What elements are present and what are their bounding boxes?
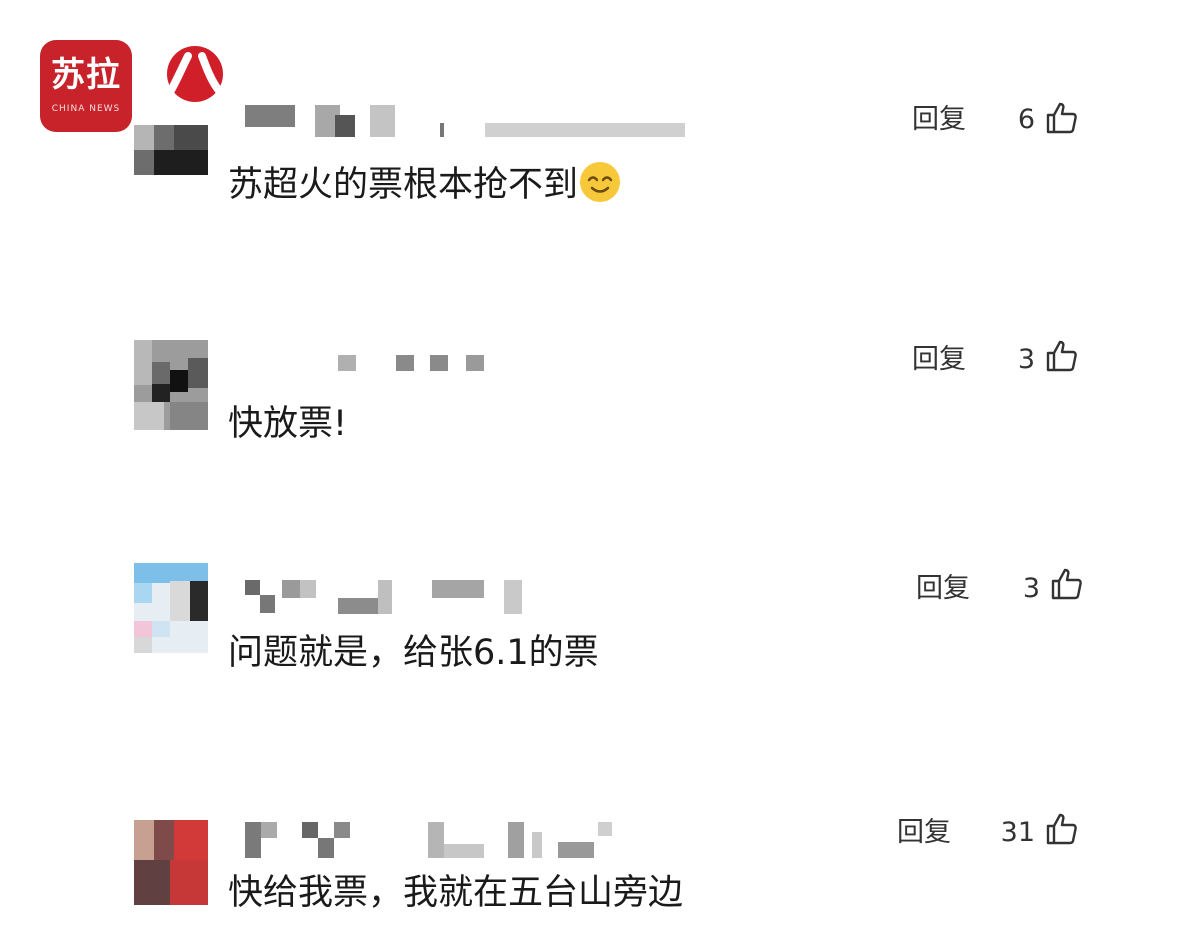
avatar[interactable] xyxy=(134,820,208,905)
avatar[interactable] xyxy=(134,125,208,175)
thumbs-up-icon[interactable] xyxy=(1045,812,1079,846)
comment-item: 苏超火的票根本抢不到 回复 6 xyxy=(0,95,1200,205)
reply-button[interactable]: 回复 xyxy=(912,103,966,137)
username-redacted xyxy=(240,105,700,141)
comment-item: 快给我票，我就在五台山旁边 回复 31 xyxy=(0,810,1200,920)
avatar[interactable] xyxy=(134,340,208,430)
username-redacted xyxy=(240,355,700,391)
thumbs-up-icon[interactable] xyxy=(1045,101,1079,135)
comment-text: 快放票! xyxy=(228,404,348,444)
comment-item: 快放票! 回复 3 xyxy=(0,335,1200,445)
like-count: 3 xyxy=(1022,573,1040,604)
app-logo-name: 苏拉 xyxy=(51,55,121,95)
reply-button[interactable]: 回复 xyxy=(912,343,966,377)
comment-item: 问题就是，给张6.1的票 回复 3 xyxy=(0,560,1200,673)
like-count: 31 xyxy=(1000,817,1035,848)
comment-text: 苏超火的票根本抢不到 xyxy=(228,160,622,208)
avatar[interactable] xyxy=(134,563,208,653)
reply-button[interactable]: 回复 xyxy=(916,572,970,606)
thumbs-up-icon[interactable] xyxy=(1050,567,1084,601)
like-count: 6 xyxy=(1017,104,1035,135)
comment-text: 快给我票，我就在五台山旁边 xyxy=(228,873,684,913)
username-redacted xyxy=(240,580,700,616)
like-count: 3 xyxy=(1017,344,1035,375)
username-redacted xyxy=(240,822,700,858)
comment-text: 问题就是，给张6.1的票 xyxy=(228,633,599,673)
thumbs-up-icon[interactable] xyxy=(1045,339,1079,373)
reply-button[interactable]: 回复 xyxy=(897,816,951,850)
smiling-emoji-icon xyxy=(578,160,622,204)
